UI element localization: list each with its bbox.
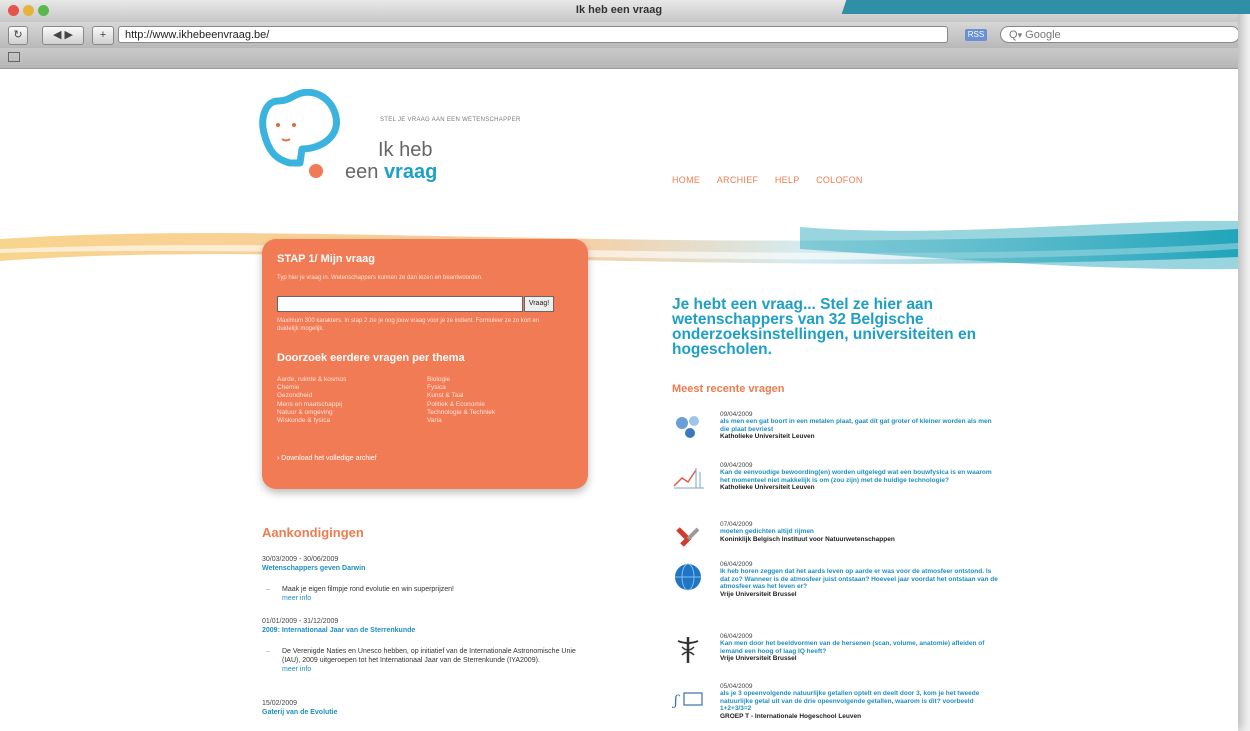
- add-bookmark-button[interactable]: +: [92, 26, 114, 45]
- decorative-wave-band: [0, 220, 1238, 270]
- theme-link[interactable]: Aarde, ruimte & kosmos: [277, 376, 346, 384]
- theme-link[interactable]: Politiek & Economie: [427, 401, 495, 409]
- announcement-date: 30/03/2009 - 30/06/2009: [262, 556, 339, 563]
- decorative-corner: [841, 0, 1250, 14]
- announcement-item: 30/03/2009 - 30/06/2009 Wetenschappers g…: [262, 555, 582, 603]
- question-text: 09/04/2009 Kan de eenvoudige bewoording(…: [720, 462, 1000, 492]
- question-title[interactable]: als je 3 opeenvolgende natuurlijke getal…: [720, 690, 1000, 712]
- theme-link[interactable]: Technologie & Techniek: [427, 409, 495, 417]
- web-page: STEL JE VRAAG AAN EEN WETENSCHAPPER Ik h…: [0, 69, 1238, 731]
- ask-question-panel: STAP 1/ Mijn vraag Typ hier je vraag in.…: [262, 239, 588, 489]
- announcement-link[interactable]: Wetenschappers geven Darwin: [262, 564, 582, 573]
- logo-vraag-text: vraag: [383, 161, 438, 183]
- theme-link[interactable]: Gezondheid: [277, 392, 346, 400]
- theme-link[interactable]: Wiskunde & fysica: [277, 417, 346, 425]
- logo-face-icon[interactable]: [258, 89, 348, 181]
- themes-title: Doorzoek eerdere vragen per thema: [277, 352, 465, 364]
- announcement-text: Maak je eigen filmpje rond evolutie en w…: [266, 585, 582, 594]
- magnet-icon: [676, 527, 700, 547]
- question-text: 09/04/2009 als men een gat boort in een …: [720, 411, 1000, 441]
- reload-icon[interactable]: ↻: [8, 26, 28, 45]
- bookmark-bar: [0, 48, 1238, 69]
- headline: Je hebt een vraag... Stel ze hier aan we…: [672, 296, 977, 358]
- ask-subtitle: Typ hier je vraag in. Wetenschappers kun…: [277, 275, 483, 281]
- question-date: 07/04/2009: [720, 521, 753, 528]
- bookmarks-icon[interactable]: [8, 52, 20, 62]
- question-title[interactable]: Ik heb horen zeggen dat het aards leven …: [720, 568, 1000, 590]
- question-date: 05/04/2009: [720, 683, 753, 690]
- question-institution: Katholieke Universiteit Leuven: [720, 484, 815, 492]
- announcements-title: Aankondigingen: [262, 525, 364, 540]
- question-input[interactable]: [277, 296, 523, 312]
- question-title[interactable]: Kan de eenvoudige bewoording(en) worden …: [720, 469, 1000, 484]
- download-archive-link[interactable]: › Download het volledige archief: [277, 455, 377, 462]
- logo-een-text: een: [345, 161, 384, 183]
- announcement-date: 15/02/2009: [262, 700, 298, 707]
- logo-line-2: een vraag: [345, 161, 437, 184]
- question-institution: Vrije Universiteit Brussel: [720, 590, 797, 598]
- question-text: 07/04/2009 moeten gedichten altijd rijme…: [720, 521, 1000, 543]
- chart-icon: [673, 468, 704, 489]
- logo-line-1: Ik heb: [378, 139, 433, 161]
- question-institution: Vrije Universiteit Brussel: [720, 655, 797, 663]
- nav-archief[interactable]: ARCHIEF: [717, 175, 759, 185]
- announcement-text: De Verenigde Naties en Unesco hebben, op…: [266, 647, 582, 665]
- question-title[interactable]: Kan men door het beeldvormen van de hers…: [720, 640, 1000, 655]
- more-info-link[interactable]: meer info: [282, 665, 582, 674]
- search-placeholder: Google: [1025, 29, 1061, 41]
- announcement-item: 01/01/2009 - 31/12/2009 2009: Internatio…: [262, 617, 582, 674]
- ask-title: STAP 1/ Mijn vraag: [277, 253, 376, 265]
- question-date: 09/04/2009: [720, 411, 753, 418]
- announcement-link[interactable]: Gaterij van de Evolutie: [262, 708, 582, 717]
- theme-link[interactable]: Kunst & Taal: [427, 392, 495, 400]
- ask-button[interactable]: Vraag!: [524, 296, 554, 312]
- themes-column-2: Biologie Fysica Kunst & Taal Politiek & …: [427, 376, 495, 425]
- nav-home[interactable]: HOME: [672, 175, 700, 185]
- formula-icon: ʃ: [672, 692, 703, 709]
- logo-tagline: STEL JE VRAAG AAN EEN WETENSCHAPPER: [380, 117, 521, 123]
- search-field[interactable]: Q▾ Google: [1000, 26, 1238, 43]
- themes-column-1: Aarde, ruimte & kosmos Chemie Gezondheid…: [277, 376, 346, 425]
- caduceus-icon: [677, 637, 699, 663]
- globe-icon: [675, 563, 701, 591]
- theme-link[interactable]: Biologie: [427, 376, 495, 384]
- theme-link[interactable]: Chemie: [277, 384, 346, 392]
- molecule-icon: [676, 416, 699, 438]
- question-text: 06/04/2009 Ik heb horen zeggen dat het a…: [720, 561, 1000, 598]
- ask-note: Maximum 300 karakters. In stap 2 zie je …: [277, 318, 540, 332]
- theme-link[interactable]: Mens en maatschappij: [277, 401, 346, 409]
- nav-colofon[interactable]: COLOFON: [816, 175, 863, 185]
- question-institution: Koninklijk Belgisch Instituut voor Natuu…: [720, 535, 895, 543]
- back-forward-buttons[interactable]: ◀ ▶: [42, 26, 84, 45]
- question-title[interactable]: als men een gat boort in een metalen pla…: [720, 418, 1000, 433]
- browser-toolbar: ↻ ◀ ▶ + http://www.ikhebeenvraag.be/ RSS…: [0, 22, 1238, 49]
- browser-window: Ik heb een vraag ↻ ◀ ▶ + http://www.ikhe…: [0, 0, 1238, 731]
- svg-text:ʃ: ʃ: [672, 693, 680, 709]
- rss-icon[interactable]: RSS: [965, 29, 987, 41]
- question-date: 09/04/2009: [720, 462, 753, 469]
- question-institution: GROEP T - Internationale Hogeschool Leuv…: [720, 712, 862, 720]
- question-date: 06/04/2009: [720, 633, 753, 640]
- theme-link[interactable]: Natuur & omgeving: [277, 409, 346, 417]
- question-text: 05/04/2009 als je 3 opeenvolgende natuur…: [720, 683, 1000, 720]
- address-bar[interactable]: http://www.ikhebeenvraag.be/: [118, 26, 948, 43]
- announcement-item: 15/02/2009 Gaterij van de Evolutie: [262, 699, 582, 717]
- more-info-link[interactable]: meer info: [282, 594, 582, 603]
- question-text: 06/04/2009 Kan men door het beeldvormen …: [720, 633, 1000, 663]
- nav-help[interactable]: HELP: [775, 175, 800, 185]
- recent-questions-title: Meest recente vragen: [672, 383, 785, 395]
- main-nav: HOME ARCHIEF HELP COLOFON: [672, 175, 877, 185]
- announcement-link[interactable]: 2009: Internationaal Jaar van de Sterren…: [262, 626, 582, 635]
- theme-link[interactable]: Fysica: [427, 384, 495, 392]
- question-date: 06/04/2009: [720, 561, 753, 568]
- question-title[interactable]: moeten gedichten altijd rijmen: [720, 528, 1000, 535]
- question-institution: Katholieke Universiteit Leuven: [720, 433, 815, 441]
- theme-link[interactable]: Varia: [427, 417, 495, 425]
- announcement-date: 01/01/2009 - 31/12/2009: [262, 618, 339, 625]
